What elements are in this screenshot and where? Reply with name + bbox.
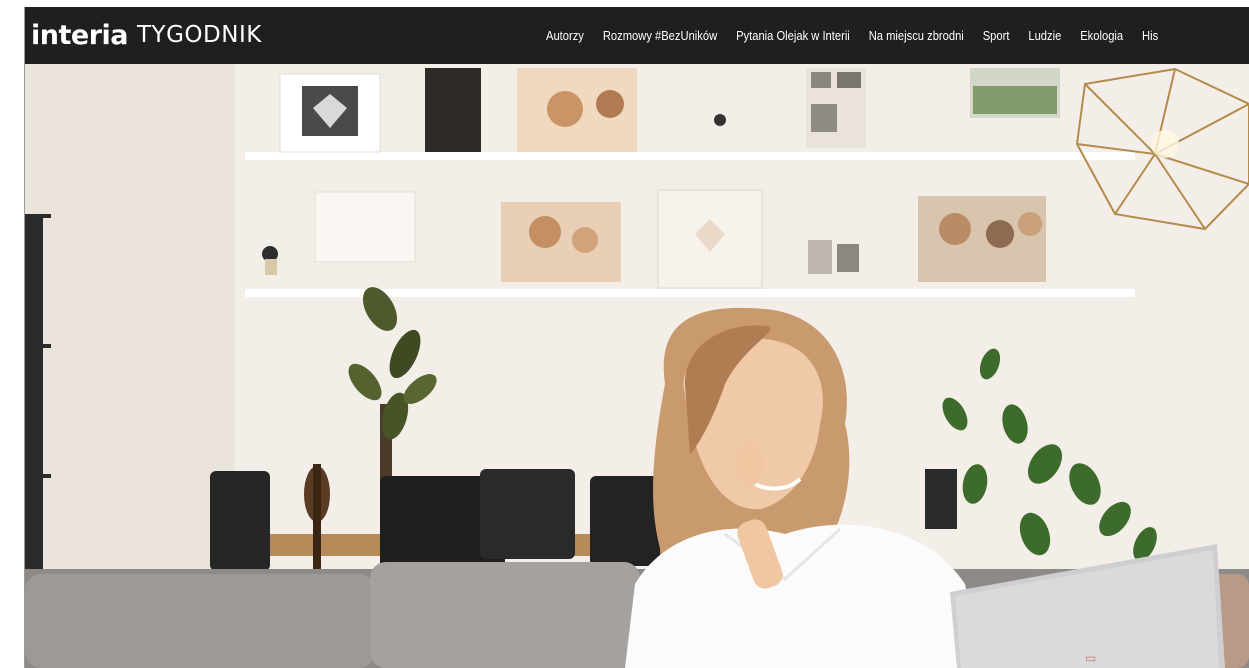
nav-item-pytania[interactable]: Pytania Olejak w Interii [736,28,850,43]
brand-logo-text: interia [31,19,129,51]
nav-item-na-miejscu-zbrodni[interactable]: Na miejscu zbrodni [869,28,964,43]
nav-item-historia[interactable]: His [1142,28,1158,43]
site-logo[interactable]: interia TYGODNIK [31,15,262,55]
nav-item-autorzy[interactable]: Autorzy [546,28,584,43]
nav-item-ludzie[interactable]: Ludzie [1028,28,1061,43]
nav-item-rozmowy[interactable]: Rozmowy #BezUników [603,28,717,43]
nav-item-ekologia[interactable]: Ekologia [1080,28,1123,43]
svg-text:▭: ▭ [1085,651,1096,665]
brand-section-name: TYGODNIK [137,22,262,48]
main-nav: Autorzy Rozmowy #BezUników Pytania Oleja… [546,7,1177,64]
top-navigation-bar: interia TYGODNIK Autorzy Rozmowy #BezUni… [25,7,1249,64]
hero-image: ▭ [25,64,1249,668]
nav-item-sport[interactable]: Sport [983,28,1010,43]
browser-viewport: interia TYGODNIK Autorzy Rozmowy #BezUni… [25,7,1249,668]
hero-photo-illustration: ▭ [25,64,1249,668]
